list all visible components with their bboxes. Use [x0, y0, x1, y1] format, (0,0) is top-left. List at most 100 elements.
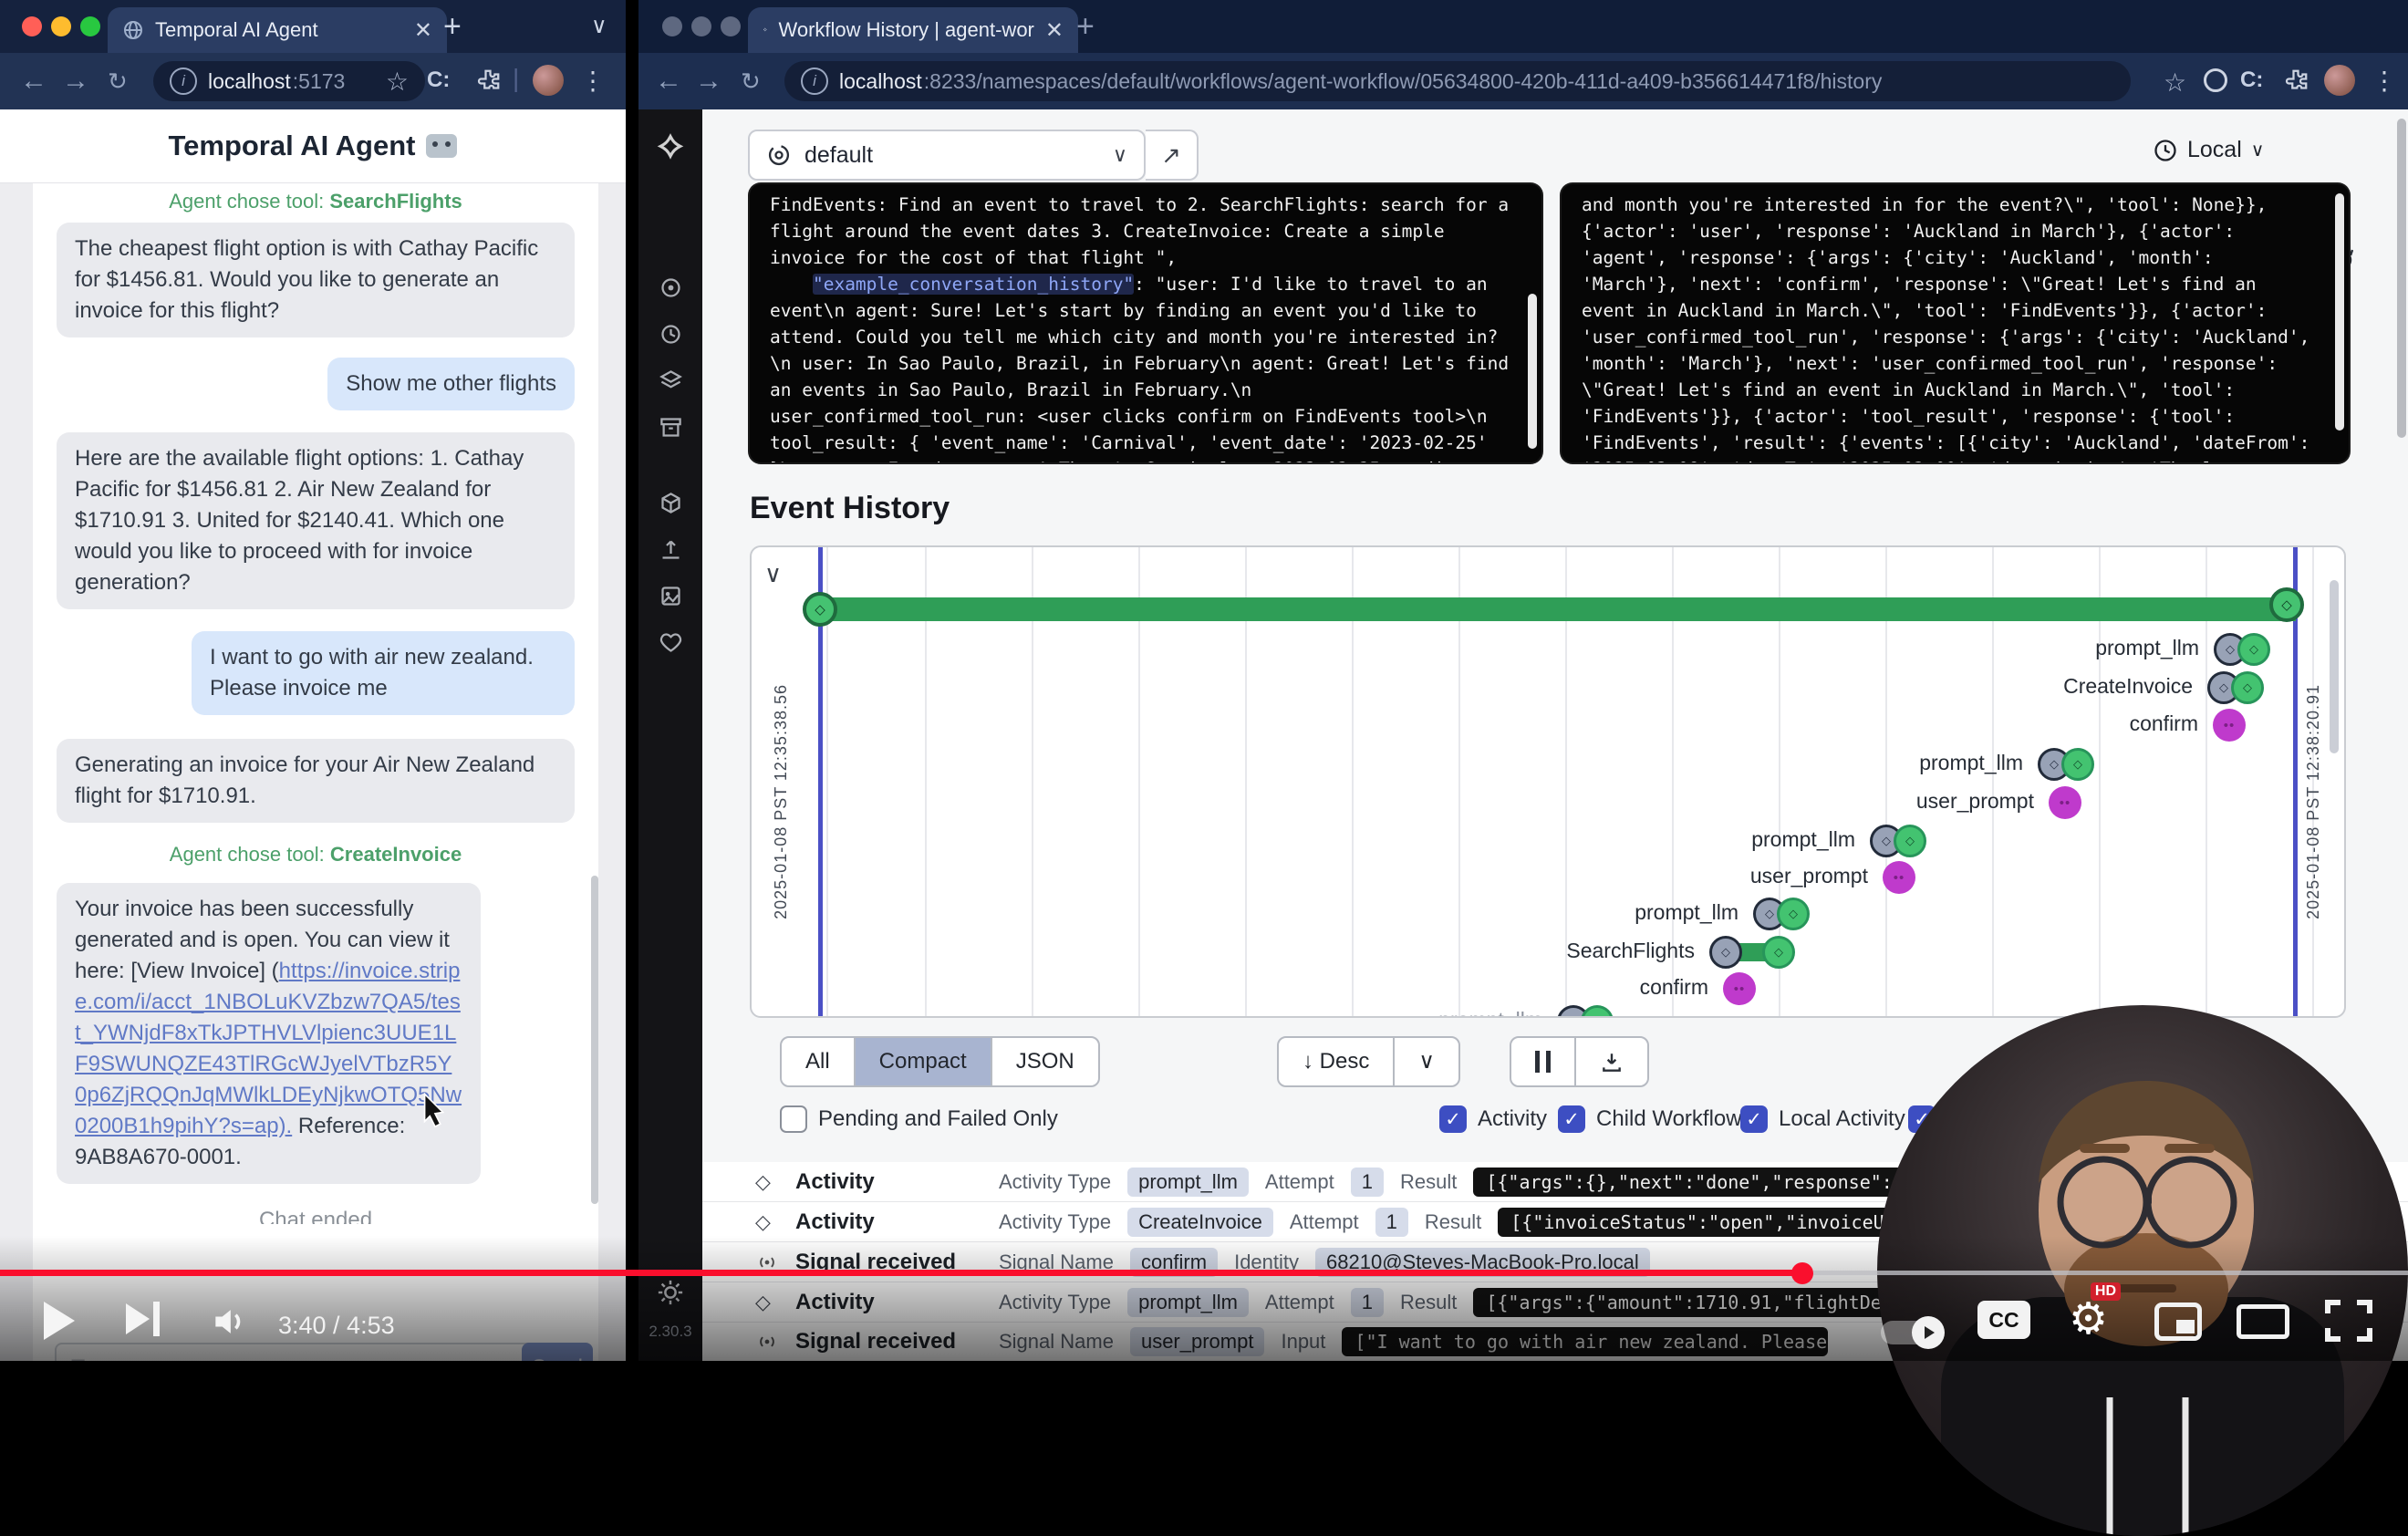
filter-activity[interactable]: ✓Activity [1439, 1105, 1547, 1133]
browser-menu-kebab-icon[interactable]: ⋮ [2372, 66, 2397, 96]
pending-failed-filter[interactable]: Pending and Failed Only [780, 1105, 1058, 1133]
forward-button[interactable]: → [695, 53, 722, 109]
chat-scrollbar[interactable] [591, 876, 598, 1204]
code-text: FindEvents: Find an event to travel to 2… [750, 184, 1541, 462]
reload-button[interactable]: ↻ [108, 53, 128, 109]
timezone-select[interactable]: Local ∨ [2153, 137, 2264, 163]
tab-title: Workflow History | agent-wor [779, 18, 1034, 42]
play-button[interactable] [44, 1302, 75, 1340]
app-title: Temporal AI Agent [169, 130, 416, 162]
video-progress-played[interactable] [0, 1270, 1793, 1276]
extensions-puzzle-icon[interactable] [2282, 67, 2309, 95]
fullscreen-button[interactable] [2324, 1299, 2373, 1343]
nexus-cube-icon[interactable] [659, 491, 683, 515]
minimize-window-button[interactable] [691, 16, 711, 36]
zoom-window-button[interactable] [721, 16, 741, 36]
next-button[interactable] [126, 1302, 160, 1336]
pause-download-control [1510, 1036, 1649, 1087]
timeline-scrollbar[interactable] [2330, 580, 2339, 753]
temporal-logo-icon[interactable] [654, 133, 687, 166]
settings-gear-button[interactable]: ⚙HD [2069, 1293, 2108, 1344]
workflow-end-marker[interactable]: ◇ [2269, 587, 2304, 622]
pending-failed-checkbox[interactable] [780, 1105, 807, 1133]
bookmark-star-icon[interactable]: ☆ [2164, 67, 2186, 98]
view-compact-button[interactable]: Compact [856, 1038, 992, 1085]
back-button[interactable]: ← [655, 53, 682, 109]
namespaces-stack-icon[interactable] [659, 368, 683, 393]
code-scrollbar[interactable] [2335, 193, 2344, 431]
video-progress-handle[interactable] [1791, 1262, 1813, 1284]
local-activity-checkbox[interactable]: ✓ [1740, 1105, 1768, 1133]
browser-tab[interactable]: Temporal AI Agent ✕ [108, 7, 447, 53]
activity-type-chip: prompt_llm [1127, 1168, 1249, 1197]
theater-mode-button[interactable] [2237, 1304, 2289, 1339]
result-code-chip: [{"args":{},"next":"done","response":"Yo… [1473, 1168, 1959, 1197]
labs-icon[interactable] [659, 584, 683, 608]
expand-diamond-icon[interactable]: ◇ [755, 1210, 779, 1234]
extensions-puzzle-icon[interactable] [474, 67, 502, 95]
view-all-button[interactable]: All [782, 1038, 856, 1085]
page-scrollbar[interactable] [2397, 119, 2406, 438]
child-workflow-checkbox[interactable]: ✓ [1558, 1105, 1585, 1133]
namespace-select[interactable]: default ∨ [748, 130, 1146, 181]
video-progress-remaining[interactable] [1813, 1271, 2408, 1275]
open-namespace-button[interactable]: ↗ [1146, 130, 1199, 181]
autoplay-toggle[interactable] [1881, 1321, 1941, 1344]
tab-overflow-chevron-icon[interactable]: ∨ [591, 13, 607, 39]
namespace-value: default [804, 142, 873, 169]
view-json-button[interactable]: JSON [992, 1038, 1098, 1085]
captions-button[interactable]: CC [1977, 1301, 2030, 1339]
close-window-button[interactable] [662, 16, 682, 36]
extension-c-icon[interactable]: C: [2240, 67, 2263, 93]
extension-c-icon[interactable]: C: [427, 67, 450, 93]
status-circle-icon[interactable] [2204, 68, 2227, 92]
new-tab-button[interactable]: + [1076, 9, 1095, 45]
miniplayer-button[interactable] [2154, 1302, 2202, 1341]
workflow-input-code-panel[interactable]: FindEvents: Find an event to travel to 2… [750, 184, 1541, 462]
volume-icon[interactable] [208, 1302, 250, 1342]
sort-chevron-button[interactable]: ∨ [1395, 1038, 1458, 1085]
filter-local-activity[interactable]: ✓Local Activity [1740, 1105, 1905, 1133]
profile-avatar[interactable] [533, 65, 564, 96]
forward-button[interactable]: → [62, 53, 89, 109]
address-bar[interactable]: i localhost:8233/namespaces/default/work… [784, 61, 2131, 101]
workflow-span-bar[interactable] [820, 597, 2296, 621]
workflows-icon[interactable] [659, 275, 683, 300]
expand-diamond-icon[interactable]: ◇ [755, 1170, 779, 1194]
site-info-icon[interactable]: i [801, 67, 828, 95]
close-window-button[interactable] [22, 16, 42, 36]
close-tab-icon[interactable]: ✕ [414, 17, 432, 44]
workflow-start-marker[interactable]: ◇ [803, 592, 837, 627]
minimize-window-button[interactable] [51, 16, 71, 36]
activity-checkbox[interactable]: ✓ [1439, 1105, 1467, 1133]
conversation-history-code-panel[interactable]: and month you're interested in for the e… [1562, 184, 2349, 462]
bookmark-star-icon[interactable]: ☆ [386, 67, 409, 97]
url-host: localhost [208, 69, 291, 94]
chat-left-gutter [0, 182, 33, 1361]
temporal-favicon-icon [763, 19, 768, 41]
agent-message: Here are the available flight options: 1… [57, 432, 575, 609]
new-tab-button[interactable]: + [443, 9, 462, 45]
filter-child-workflow[interactable]: ✓Child Workflow [1558, 1105, 1742, 1133]
import-icon[interactable] [659, 537, 683, 562]
tab-title: Temporal AI Agent [155, 18, 318, 42]
back-button[interactable]: ← [20, 53, 47, 109]
close-tab-icon[interactable]: ✕ [1045, 17, 1064, 44]
site-info-icon[interactable]: i [170, 67, 197, 95]
collapse-timeline-chevron-icon[interactable]: ∨ [764, 560, 782, 588]
timezone-chevron-icon: ∨ [2251, 139, 2265, 161]
download-button[interactable] [1576, 1038, 1647, 1085]
address-bar[interactable]: i localhost:5173 ☆ [153, 61, 425, 101]
profile-avatar[interactable] [2324, 65, 2355, 96]
reload-button[interactable]: ↻ [741, 53, 761, 109]
feedback-heart-icon[interactable] [659, 630, 683, 655]
code-scrollbar[interactable] [1528, 294, 1537, 449]
archive-icon[interactable] [659, 415, 683, 440]
browser-menu-kebab-icon[interactable]: ⋮ [580, 66, 606, 96]
schedules-icon[interactable] [659, 322, 683, 347]
zoom-window-button[interactable] [80, 16, 100, 36]
sort-desc-button[interactable]: ↓ Desc [1279, 1038, 1395, 1085]
browser-tab[interactable]: Workflow History | agent-wor ✕ [748, 7, 1078, 53]
pause-button[interactable] [1511, 1038, 1576, 1085]
invoice-link[interactable]: https://invoice.stripe.com/i/acct_1NBOLu… [75, 959, 462, 1138]
